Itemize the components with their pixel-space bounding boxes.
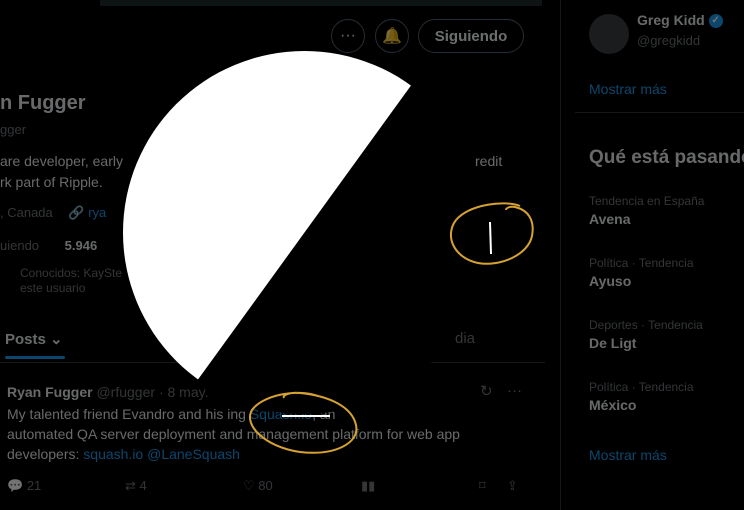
annotation-circle-bottom — [249, 391, 358, 454]
annotation-mark-vertical — [489, 221, 492, 255]
annotation-circle-right — [450, 202, 534, 265]
annotation-layer — [249, 202, 534, 454]
